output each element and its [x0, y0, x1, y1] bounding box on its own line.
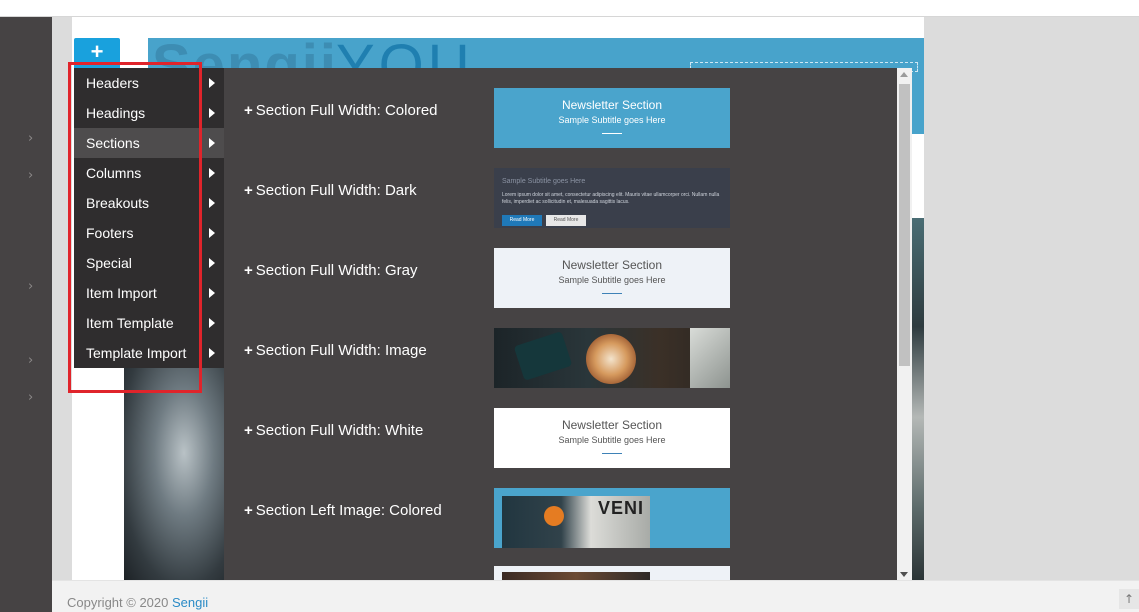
preview-subtitle: Sample Subtitle goes Here	[558, 275, 666, 285]
scroll-up-icon[interactable]	[900, 72, 908, 77]
sections-submenu-panel: + Section Full Width: Colored Newsletter …	[224, 68, 897, 580]
caret-right-icon	[209, 228, 215, 238]
plus-icon: +	[244, 422, 253, 439]
preview-title: Newsletter Section	[561, 98, 663, 112]
section-preview-image[interactable]	[494, 328, 730, 388]
menu-item-sections[interactable]: Sections	[74, 128, 224, 158]
background-photo	[124, 368, 224, 580]
section-option-label: Section Full Width: Image	[255, 342, 427, 359]
preview-read-more-button-alt: Read More	[546, 215, 586, 226]
plus-icon: +	[244, 262, 253, 279]
section-preview-colored[interactable]: Newsletter Section Sample Subtitle goes …	[494, 88, 730, 148]
preview-read-more-button: Read More	[502, 215, 542, 226]
chevron-right-icon[interactable]: ›	[28, 279, 33, 294]
add-element-button[interactable]: +	[74, 38, 120, 68]
left-rail: › › › › ›	[0, 17, 52, 612]
preview-subtitle: Sample Subtitle goes Here	[502, 178, 586, 185]
caret-right-icon	[209, 288, 215, 298]
plus-icon: +	[244, 502, 253, 519]
menu-item-item-template[interactable]: Item Template	[74, 308, 224, 338]
menu-item-columns[interactable]: Columns	[74, 158, 224, 188]
plus-icon: +	[244, 342, 253, 359]
preview-photo-scale	[513, 331, 573, 381]
menu-item-template-import[interactable]: Template Import	[74, 338, 224, 368]
menu-item-label: Footers	[86, 225, 134, 241]
section-option-left-image-colored[interactable]: + Section Left Image: Colored	[244, 502, 442, 519]
menu-item-special[interactable]: Special	[74, 248, 224, 278]
caret-right-icon	[209, 318, 215, 328]
section-option-label: Section Full Width: Colored	[255, 102, 438, 119]
arrow-up-icon[interactable]: ↑	[1119, 589, 1139, 609]
plus-icon: +	[244, 182, 253, 199]
section-option-colored[interactable]: + Section Full Width: Colored	[244, 102, 438, 119]
element-category-menu: Headers Headings Sections Columns Breako…	[74, 68, 224, 368]
preview-subtitle: Sample Subtitle goes Here	[558, 435, 666, 445]
section-preview-white[interactable]: Newsletter Section Sample Subtitle goes …	[494, 408, 730, 468]
section-option-label: Section Full Width: Dark	[255, 182, 417, 199]
menu-item-label: Headings	[86, 105, 146, 121]
preview-photo	[502, 572, 650, 580]
copyright-label: Copyright © 2020	[67, 595, 169, 610]
section-preview-next[interactable]	[494, 566, 730, 580]
caret-right-icon	[209, 78, 215, 88]
menu-item-label: Item Import	[86, 285, 157, 301]
section-option-dark[interactable]: + Section Full Width: Dark	[244, 182, 417, 199]
section-option-image[interactable]: + Section Full Width: Image	[244, 342, 427, 359]
preview-subtitle: Sample Subtitle goes Here	[558, 115, 666, 125]
caret-right-icon	[209, 348, 215, 358]
top-bar	[0, 0, 1139, 17]
plus-icon: +	[244, 102, 253, 119]
chevron-right-icon[interactable]: ›	[28, 131, 33, 146]
section-option-gray[interactable]: + Section Full Width: Gray	[244, 262, 417, 279]
section-option-label: Section Full Width: White	[255, 422, 424, 439]
menu-item-item-import[interactable]: Item Import	[74, 278, 224, 308]
section-option-label: Section Left Image: Colored	[255, 502, 442, 519]
menu-item-label: Breakouts	[86, 195, 150, 211]
page-footer: Copyright © 2020 Sengii ↑	[52, 580, 1139, 612]
chevron-right-icon[interactable]: ›	[28, 390, 33, 405]
menu-item-label: Headers	[86, 75, 139, 91]
scrollbar-thumb[interactable]	[899, 84, 910, 366]
menu-item-label: Template Import	[86, 345, 187, 361]
menu-item-footers[interactable]: Footers	[74, 218, 224, 248]
section-preview-left-image[interactable]: VENI	[494, 488, 730, 548]
section-option-label: Section Full Width: Gray	[255, 262, 418, 279]
brand-link[interactable]: Sengii	[172, 595, 208, 610]
caret-right-icon	[209, 108, 215, 118]
preview-photo-newspaper: VENI	[598, 498, 645, 518]
menu-item-label: Special	[86, 255, 132, 271]
chevron-right-icon[interactable]: ›	[28, 353, 33, 368]
preview-photo-orange	[544, 506, 564, 526]
preview-photo-paper	[690, 328, 730, 388]
panel-scrollbar[interactable]	[897, 68, 912, 580]
section-preview-gray[interactable]: Newsletter Section Sample Subtitle goes …	[494, 248, 730, 308]
caret-right-icon	[209, 258, 215, 268]
copyright-text: Copyright © 2020 Sengii	[67, 595, 208, 610]
preview-body: Lorem ipsum dolor sit amet, consectetur …	[502, 192, 720, 205]
caret-right-icon	[209, 168, 215, 178]
section-preview-dark[interactable]: Sample Subtitle goes Here Lorem ipsum do…	[494, 168, 730, 228]
preview-photo: VENI	[502, 496, 650, 548]
caret-right-icon	[209, 198, 215, 208]
menu-item-label: Columns	[86, 165, 142, 181]
menu-item-headers[interactable]: Headers	[74, 68, 224, 98]
menu-item-headings[interactable]: Headings	[74, 98, 224, 128]
menu-item-label: Sections	[86, 135, 140, 151]
chevron-right-icon[interactable]: ›	[28, 168, 33, 183]
preview-divider	[602, 293, 622, 294]
preview-title: Newsletter Section	[561, 258, 663, 272]
section-option-white[interactable]: + Section Full Width: White	[244, 422, 423, 439]
preview-title: Newsletter Section	[561, 418, 663, 432]
preview-divider	[602, 133, 622, 134]
caret-right-icon	[209, 138, 215, 148]
scroll-down-icon[interactable]	[900, 572, 908, 577]
menu-item-label: Item Template	[86, 315, 174, 331]
preview-photo-coffee	[586, 334, 636, 384]
preview-divider	[602, 453, 622, 454]
menu-item-breakouts[interactable]: Breakouts	[74, 188, 224, 218]
